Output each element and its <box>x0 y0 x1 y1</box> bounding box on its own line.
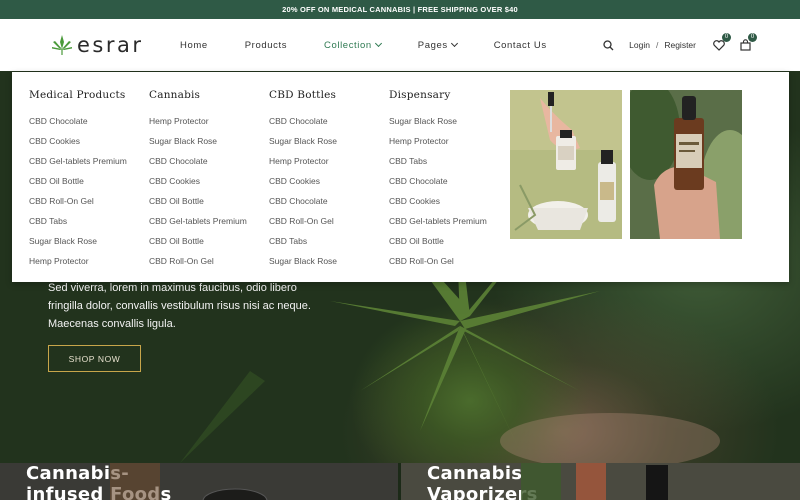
menu-link[interactable]: CBD Roll-On Gel <box>29 191 127 211</box>
category-card-vaporizers[interactable]: Cannabis Vaporizers <box>401 463 800 500</box>
menu-link[interactable]: CBD Oil Bottle <box>29 171 127 191</box>
nav-contact-us[interactable]: Contact Us <box>494 40 547 51</box>
menu-link[interactable]: CBD Chocolate <box>389 171 487 191</box>
menu-link[interactable]: CBD Cookies <box>269 171 337 191</box>
column-title: CBD Bottles <box>269 89 337 101</box>
menu-link[interactable]: Hemp Protector <box>29 251 127 271</box>
cart-count-badge: 0 <box>748 33 757 42</box>
nav-contact-label: Contact Us <box>493 39 547 51</box>
promo-image-bottle[interactable] <box>630 90 742 239</box>
hero-text-line: fringilla dolor, convallis vestibulum ri… <box>48 300 311 312</box>
cannabis-leaf-icon <box>52 35 72 55</box>
brand-name: esrar <box>77 33 144 57</box>
menu-link[interactable]: Sugar Black Rose <box>149 131 247 151</box>
menu-link[interactable]: CBD Chocolate <box>269 111 337 131</box>
menu-link[interactable]: CBD Gel-tablets Premium <box>29 151 127 171</box>
menu-link[interactable]: CBD Roll-On Gel <box>389 251 487 271</box>
wishlist-button[interactable]: 0 <box>712 33 731 52</box>
menu-link[interactable]: CBD Gel-tablets Premium <box>389 211 487 231</box>
menu-link[interactable]: CBD Oil Bottle <box>149 191 247 211</box>
menu-link[interactable]: CBD Tabs <box>269 231 337 251</box>
nav-products-label: Products <box>244 39 288 51</box>
announcement-text: 20% OFF ON MEDICAL CANNABIS | FREE SHIPP… <box>282 5 518 14</box>
menu-column-cbd-bottles: CBD Bottles CBD Chocolate Sugar Black Ro… <box>269 89 337 271</box>
menu-link[interactable]: CBD Chocolate <box>29 111 127 131</box>
menu-column-dispensary: Dispensary Sugar Black Rose Hemp Protect… <box>389 89 487 271</box>
promo-image-dropper[interactable] <box>510 90 622 239</box>
logo[interactable]: esrar <box>50 32 144 58</box>
menu-link[interactable]: CBD Gel-tablets Premium <box>149 211 247 231</box>
chevron-down-icon <box>374 39 382 48</box>
menu-link[interactable]: Sugar Black Rose <box>269 251 337 271</box>
search-icon[interactable] <box>601 38 615 52</box>
nav-home-label: Home <box>180 39 208 51</box>
menu-link[interactable]: CBD Roll-On Gel <box>269 211 337 231</box>
column-title: Dispensary <box>389 89 451 101</box>
nav-collection-label: Collection <box>324 39 372 51</box>
column-title: Cannabis <box>149 89 201 101</box>
menu-link[interactable]: CBD Chocolate <box>269 191 337 211</box>
site-header: esrar Home Products Collection Pages Con… <box>0 19 800 71</box>
tin-can-image <box>202 488 268 500</box>
vape-bottle-image <box>646 465 668 500</box>
nav-pages[interactable]: Pages <box>417 39 458 51</box>
menu-link[interactable]: CBD Oil Bottle <box>389 231 487 251</box>
menu-link[interactable]: Sugar Black Rose <box>389 111 487 131</box>
login-link[interactable]: Login <box>629 40 650 50</box>
header-actions: Login / Register 0 0 <box>601 19 757 71</box>
menu-link[interactable]: CBD Chocolate <box>149 151 247 171</box>
nav-home[interactable]: Home <box>180 40 208 51</box>
menu-link[interactable]: CBD Cookies <box>389 191 487 211</box>
nav-collection[interactable]: Collection <box>324 39 382 51</box>
menu-link[interactable]: CBD Cookies <box>149 171 247 191</box>
announcement-bar: 20% OFF ON MEDICAL CANNABIS | FREE SHIPP… <box>0 0 800 19</box>
cart-button[interactable]: 0 <box>738 33 757 52</box>
menu-link[interactable]: Hemp Protector <box>389 131 487 151</box>
menu-column-cannabis: Cannabis Hemp Protector Sugar Black Rose… <box>149 89 247 271</box>
chevron-down-icon <box>450 39 458 48</box>
register-link[interactable]: Register <box>664 40 696 50</box>
bottle-image <box>110 463 160 500</box>
hero-description: Sed viverra, lorem in maximus faucibus, … <box>48 279 338 333</box>
main-nav: Home Products Collection Pages Contact U… <box>180 19 584 71</box>
nav-products[interactable]: Products <box>245 40 287 51</box>
vape-product-image <box>576 463 606 500</box>
hero-text-line: Maecenas convallis ligula. <box>48 318 176 330</box>
menu-column-medical-products: Medical Products CBD Chocolate CBD Cooki… <box>29 89 127 271</box>
menu-link[interactable]: CBD Tabs <box>389 151 487 171</box>
collection-mega-menu: Medical Products CBD Chocolate CBD Cooki… <box>12 72 789 282</box>
shop-now-button[interactable]: SHOP NOW <box>48 345 141 372</box>
menu-link[interactable]: Sugar Black Rose <box>269 131 337 151</box>
menu-link[interactable]: Hemp Protector <box>269 151 337 171</box>
column-title: Medical Products <box>29 89 126 101</box>
category-card-foods[interactable]: Cannabis- infused Foods <box>0 463 398 500</box>
menu-link[interactable]: CBD Roll-On Gel <box>149 251 247 271</box>
login-separator: / <box>655 40 659 50</box>
menu-link[interactable]: CBD Cookies <box>29 131 127 151</box>
nav-pages-label: Pages <box>417 39 448 51</box>
menu-link[interactable]: CBD Tabs <box>29 211 127 231</box>
menu-link[interactable]: Hemp Protector <box>149 111 247 131</box>
menu-link[interactable]: Sugar Black Rose <box>29 231 127 251</box>
wishlist-count-badge: 0 <box>722 33 731 42</box>
leaf-image <box>521 463 561 500</box>
menu-link[interactable]: CBD Oil Bottle <box>149 231 247 251</box>
